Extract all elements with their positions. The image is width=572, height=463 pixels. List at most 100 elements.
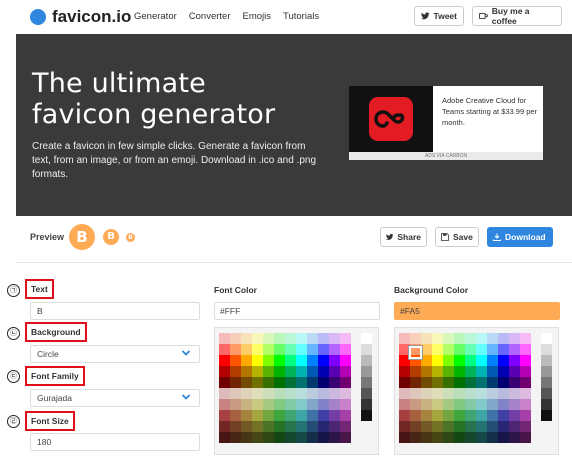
color-swatch[interactable] xyxy=(454,355,465,366)
color-swatch[interactable] xyxy=(432,333,443,344)
color-swatch[interactable] xyxy=(340,432,351,443)
color-swatch[interactable] xyxy=(498,344,509,355)
color-swatch[interactable] xyxy=(252,410,263,421)
gray-swatch[interactable] xyxy=(541,399,552,410)
color-swatch[interactable] xyxy=(487,388,498,399)
color-swatch[interactable] xyxy=(296,377,307,388)
gray-swatch[interactable] xyxy=(361,410,372,421)
color-swatch[interactable] xyxy=(421,377,432,388)
color-swatch[interactable] xyxy=(219,344,230,355)
color-swatch[interactable] xyxy=(296,344,307,355)
color-swatch[interactable] xyxy=(487,355,498,366)
text-input[interactable]: B xyxy=(30,302,200,320)
color-swatch[interactable] xyxy=(509,410,520,421)
color-swatch[interactable] xyxy=(410,333,421,344)
color-swatch[interactable] xyxy=(432,355,443,366)
color-swatch[interactable] xyxy=(241,344,252,355)
color-swatch[interactable] xyxy=(318,388,329,399)
bg-color-gray-column[interactable] xyxy=(541,333,552,421)
color-swatch[interactable] xyxy=(443,344,454,355)
ad-footer[interactable]: ADS VIA CARBON xyxy=(349,152,543,160)
color-swatch[interactable] xyxy=(285,366,296,377)
color-swatch[interactable] xyxy=(230,366,241,377)
color-swatch[interactable] xyxy=(509,344,520,355)
color-swatch[interactable] xyxy=(329,388,340,399)
color-swatch[interactable] xyxy=(329,432,340,443)
color-swatch[interactable] xyxy=(340,410,351,421)
color-swatch[interactable] xyxy=(509,421,520,432)
color-swatch[interactable] xyxy=(274,344,285,355)
color-swatch[interactable] xyxy=(454,421,465,432)
color-swatch[interactable] xyxy=(443,410,454,421)
color-swatch[interactable] xyxy=(432,421,443,432)
font-color-gray-column[interactable] xyxy=(361,333,372,421)
color-swatch[interactable] xyxy=(263,421,274,432)
color-swatch[interactable] xyxy=(219,432,230,443)
color-swatch[interactable] xyxy=(421,432,432,443)
color-swatch[interactable] xyxy=(487,333,498,344)
color-swatch[interactable] xyxy=(421,355,432,366)
color-swatch[interactable] xyxy=(454,366,465,377)
color-swatch[interactable] xyxy=(340,333,351,344)
color-swatch[interactable] xyxy=(399,377,410,388)
color-swatch[interactable] xyxy=(476,421,487,432)
color-swatch[interactable] xyxy=(421,399,432,410)
color-swatch[interactable] xyxy=(274,377,285,388)
color-swatch[interactable] xyxy=(399,388,410,399)
color-swatch[interactable] xyxy=(318,366,329,377)
color-swatch[interactable] xyxy=(432,388,443,399)
color-swatch[interactable] xyxy=(263,399,274,410)
color-swatch[interactable] xyxy=(252,399,263,410)
color-swatch[interactable] xyxy=(329,366,340,377)
gray-swatch[interactable] xyxy=(541,355,552,366)
color-swatch[interactable] xyxy=(219,421,230,432)
background-select[interactable]: Circle xyxy=(30,345,200,363)
color-swatch[interactable] xyxy=(410,399,421,410)
color-swatch[interactable] xyxy=(340,355,351,366)
color-swatch[interactable] xyxy=(318,344,329,355)
color-swatch[interactable] xyxy=(285,377,296,388)
color-swatch[interactable] xyxy=(498,377,509,388)
color-swatch[interactable] xyxy=(476,355,487,366)
color-swatch[interactable] xyxy=(410,377,421,388)
color-swatch[interactable] xyxy=(443,333,454,344)
color-swatch[interactable] xyxy=(241,399,252,410)
color-swatch[interactable] xyxy=(296,410,307,421)
color-swatch[interactable] xyxy=(296,421,307,432)
color-swatch[interactable] xyxy=(410,388,421,399)
color-swatch[interactable] xyxy=(219,333,230,344)
carbon-ad[interactable]: Adobe Creative Cloud for Teams starting … xyxy=(349,86,543,160)
color-swatch[interactable] xyxy=(230,377,241,388)
color-swatch[interactable] xyxy=(476,432,487,443)
color-swatch[interactable] xyxy=(219,399,230,410)
tweet-button[interactable]: Tweet xyxy=(414,6,464,26)
color-swatch[interactable] xyxy=(241,432,252,443)
color-swatch[interactable] xyxy=(263,377,274,388)
color-swatch[interactable] xyxy=(252,421,263,432)
color-swatch[interactable] xyxy=(296,333,307,344)
color-swatch[interactable] xyxy=(454,432,465,443)
color-swatch[interactable] xyxy=(421,410,432,421)
color-swatch[interactable] xyxy=(296,388,307,399)
color-swatch[interactable] xyxy=(487,366,498,377)
color-swatch[interactable] xyxy=(476,399,487,410)
color-swatch[interactable] xyxy=(443,421,454,432)
color-swatch[interactable] xyxy=(465,410,476,421)
color-swatch[interactable] xyxy=(432,366,443,377)
color-swatch[interactable] xyxy=(285,344,296,355)
color-swatch[interactable] xyxy=(307,399,318,410)
color-swatch[interactable] xyxy=(520,344,531,355)
color-swatch[interactable] xyxy=(465,421,476,432)
color-swatch[interactable] xyxy=(340,399,351,410)
color-swatch[interactable] xyxy=(399,366,410,377)
color-swatch[interactable] xyxy=(307,333,318,344)
color-swatch[interactable] xyxy=(340,366,351,377)
color-swatch[interactable] xyxy=(454,399,465,410)
gray-swatch[interactable] xyxy=(361,355,372,366)
nav-generator[interactable]: Generator xyxy=(134,11,177,22)
color-swatch[interactable] xyxy=(443,377,454,388)
color-swatch[interactable] xyxy=(219,355,230,366)
color-swatch[interactable] xyxy=(274,388,285,399)
color-swatch[interactable] xyxy=(219,377,230,388)
color-swatch[interactable] xyxy=(285,399,296,410)
